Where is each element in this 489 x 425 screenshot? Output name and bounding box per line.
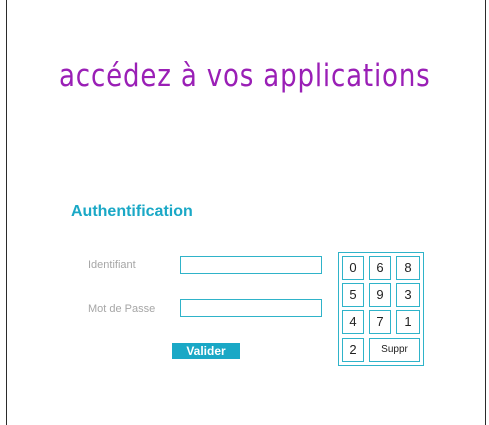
- keypad-key-7[interactable]: 7: [369, 310, 391, 334]
- keypad-key-8[interactable]: 8: [396, 256, 420, 280]
- keypad-key-9[interactable]: 9: [369, 283, 391, 307]
- virtual-keypad: 0 6 8 5 9 3 4 7 1 2 Suppr: [338, 252, 424, 366]
- authentication-title: Authentification: [71, 203, 193, 220]
- keypad-key-0[interactable]: 0: [342, 256, 364, 280]
- page-frame: accédez à vos applications Authentificat…: [6, 0, 486, 425]
- keypad-key-1[interactable]: 1: [396, 310, 420, 334]
- keypad-key-3[interactable]: 3: [396, 283, 420, 307]
- keypad-key-6[interactable]: 6: [369, 256, 391, 280]
- keypad-key-5[interactable]: 5: [342, 283, 364, 307]
- password-input[interactable]: [180, 299, 322, 317]
- validate-button[interactable]: Valider: [172, 343, 240, 359]
- keypad-key-4[interactable]: 4: [342, 310, 364, 334]
- identifiant-label: Identifiant: [88, 259, 136, 271]
- page-headline: accédez à vos applications: [59, 58, 431, 94]
- identifiant-input[interactable]: [180, 256, 322, 274]
- keypad-key-2[interactable]: 2: [342, 338, 364, 362]
- password-label: Mot de Passe: [88, 303, 156, 315]
- keypad-delete-button[interactable]: Suppr: [369, 338, 420, 362]
